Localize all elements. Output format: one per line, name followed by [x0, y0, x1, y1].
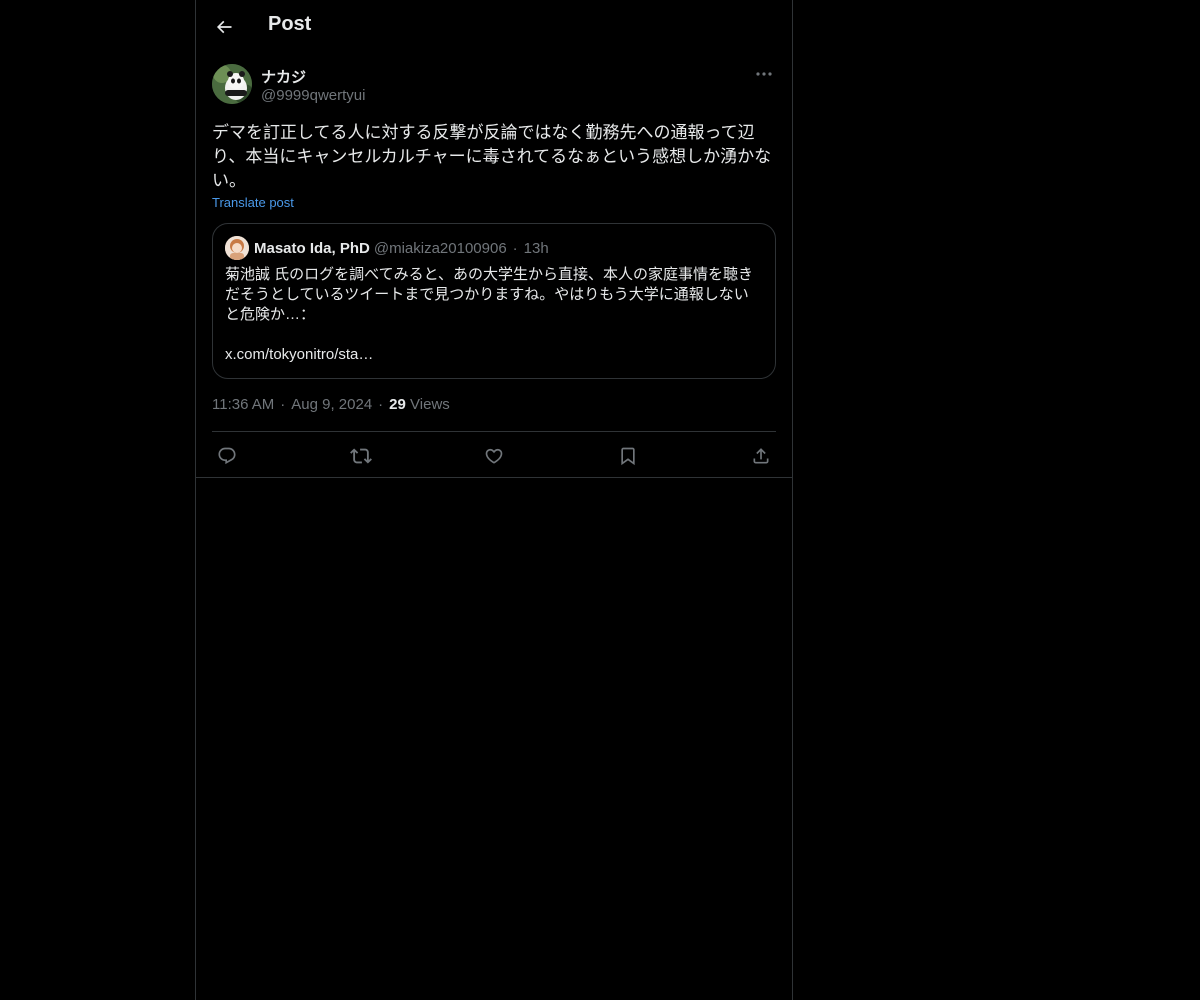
separator-dot: ·: [512, 239, 518, 257]
quoted-post[interactable]: Masato Ida, PhD @miakiza20100906 · 13h 菊…: [212, 223, 776, 379]
quoted-author-handle: @miakiza20100906: [373, 239, 507, 257]
bookmark-button[interactable]: [617, 445, 639, 467]
quoted-post-header: Masato Ida, PhD @miakiza20100906 · 13h: [225, 236, 763, 260]
quoted-time: 13h: [523, 239, 549, 257]
author-row: ナカジ @9999qwertyui: [212, 64, 776, 112]
more-button[interactable]: [752, 64, 776, 84]
heart-icon: [484, 446, 504, 466]
post-text: デマを訂正してる人に対する反撃が反論ではなく勤務先への通報って辺り、本当にキャン…: [212, 123, 772, 190]
post: ナカジ @9999qwertyui デマを訂正してる人に対する反撃が反論ではなく…: [196, 64, 792, 479]
reply-icon: [217, 446, 237, 466]
reply-button[interactable]: [216, 445, 238, 467]
author-name[interactable]: ナカジ: [261, 66, 306, 87]
post-column: Post ナカジ @9999qwertyui デマを訂正してる人に対する反撃が反…: [195, 0, 793, 1000]
page-header: Post: [196, 0, 792, 54]
quoted-author-name: Masato Ida, PhD: [254, 239, 370, 257]
repost-button[interactable]: [349, 445, 372, 467]
like-button[interactable]: [483, 445, 505, 467]
share-icon: [751, 446, 771, 466]
separator-dot: ·: [378, 396, 384, 413]
arrow-left-icon: [214, 17, 234, 37]
post-meta: 11:36 AM · Aug 9, 2024 · 29 Views: [212, 396, 776, 416]
quoted-avatar: [225, 236, 249, 260]
more-horizontal-icon: [756, 72, 772, 76]
post-date[interactable]: Aug 9, 2024: [291, 396, 372, 413]
views-label: Views: [410, 396, 450, 413]
quoted-post-text: 菊池誠 氏のログを調べてみると、あの大学生から直接、本人の家庭事情を聴きだそうと…: [225, 266, 753, 363]
post-time[interactable]: 11:36 AM: [212, 396, 274, 413]
avatar[interactable]: [212, 64, 252, 104]
page-title: Post: [268, 13, 312, 35]
translate-post-link[interactable]: Translate post: [212, 195, 294, 210]
author-handle[interactable]: @9999qwertyui: [261, 87, 365, 104]
views-count: 29: [389, 396, 406, 413]
bookmark-icon: [618, 446, 638, 466]
divider: [196, 477, 792, 478]
repost-icon: [349, 445, 372, 467]
action-bar: [212, 431, 776, 479]
separator-dot: ·: [280, 396, 286, 413]
back-button[interactable]: [206, 9, 242, 45]
share-button[interactable]: [750, 445, 772, 467]
